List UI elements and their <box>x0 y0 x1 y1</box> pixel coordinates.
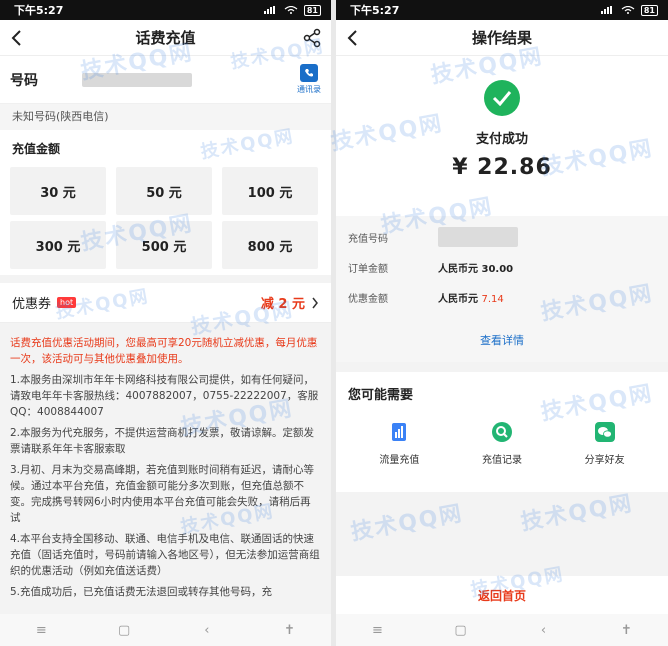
coupon-label: 优惠券 <box>12 297 52 312</box>
view-details-link[interactable]: 查看详情 <box>348 332 656 348</box>
amount-option[interactable]: 50 元 <box>116 167 212 215</box>
status-icons: 81 <box>263 4 321 16</box>
chevron-right-icon <box>312 297 318 308</box>
data-plan-icon <box>392 423 407 441</box>
wifi-icon <box>284 6 298 14</box>
share-friends-button[interactable]: 分享好友 <box>565 421 645 466</box>
page-title: 操作结果 <box>471 29 532 47</box>
note-item: 1.本服务由深圳市年年卡网络科技有限公司提供，如有任何疑问，请致电年年卡客服热线… <box>10 374 319 418</box>
action-label: 流量充值 <box>379 455 420 466</box>
suggestions-title: 您可能需要 <box>348 388 414 403</box>
amount-option[interactable]: 500 元 <box>116 221 212 269</box>
phone-label: 号码 <box>10 72 38 89</box>
share-icon[interactable] <box>303 28 321 48</box>
result-screen: 下午5:27 81 操作结果 支付成功 ¥ 22.86 充值号码 订单金额 人民… <box>336 0 668 646</box>
amount-option[interactable]: 30 元 <box>10 167 106 215</box>
detail-row: 充值号码 <box>348 222 656 252</box>
detail-key: 订单金额 <box>348 263 388 275</box>
detail-row: 优惠金额 人民币元 7.14 <box>348 282 656 312</box>
amount-option[interactable]: 800 元 <box>222 221 318 269</box>
home-icon[interactable]: ▢ <box>451 623 471 638</box>
system-nav-bar: ≡ ▢ ‹ ✝ <box>336 614 668 646</box>
success-check-icon <box>484 80 520 116</box>
battery-icon: 81 <box>303 4 321 16</box>
back-icon[interactable]: ‹ <box>197 623 217 638</box>
top-bar: 话费充值 <box>0 20 331 56</box>
order-details: 充值号码 订单金额 人民币元 30.00 优惠金额 人民币元 7.14 查看详情 <box>336 216 668 362</box>
action-label: 充值记录 <box>481 455 522 466</box>
note-item: 3.月初、月末为交易高峰期，若充值到账时间稍有延迟，请耐心等候。通过本平台充值，… <box>10 464 315 524</box>
back-icon[interactable]: ‹ <box>534 623 554 638</box>
recharge-history-button[interactable]: 充值记录 <box>462 421 542 466</box>
payment-result: 支付成功 ¥ 22.86 <box>336 56 668 216</box>
status-icons: 81 <box>600 4 658 16</box>
contacts-button[interactable]: 通讯录 <box>297 64 321 95</box>
detail-row: 订单金额 人民币元 30.00 <box>348 252 656 282</box>
top-bar: 操作结果 <box>336 20 668 56</box>
phone-number-row[interactable]: 号码 通讯录 <box>0 56 331 104</box>
menu-icon[interactable]: ≡ <box>31 623 51 638</box>
system-nav-bar: ≡ ▢ ‹ ✝ <box>0 614 331 646</box>
battery-icon: 81 <box>640 4 658 16</box>
status-time: 下午5:27 <box>350 4 400 17</box>
status-time: 下午5:27 <box>14 4 64 17</box>
return-home-button[interactable]: 返回首页 <box>336 576 668 614</box>
detail-value: 人民币元 7.14 <box>438 293 504 305</box>
detail-value: 人民币元 30.00 <box>438 263 514 275</box>
page-title: 话费充值 <box>135 29 196 47</box>
detail-key: 充值号码 <box>348 233 388 245</box>
recharge-screen: 下午5:27 81 话费充值 号码 通讯录 未知号码(陕西电信) 充值金额 30… <box>0 0 331 646</box>
amount-option[interactable]: 100 元 <box>222 167 318 215</box>
note-item: 2.本服务为代充服务，不提供运营商机打发票，敬请谅解。定额发票请联系年年卡客服索… <box>10 427 315 455</box>
phone-book-icon <box>300 64 318 82</box>
note-item: 4.本平台支持全国移动、联通、电信手机及电信、联通固话的快速充值（固话充值时，号… <box>10 533 320 577</box>
data-recharge-button[interactable]: 流量充值 <box>359 421 439 466</box>
wechat-icon <box>594 422 615 442</box>
note-item: 5.充值成功后，已充值话费无法退回或转存其他号码，充 <box>10 586 273 598</box>
promo-text: 话费充值优惠活动期间，您最高可享20元随机立减优惠，每月优惠一次，该活动可与其他… <box>10 337 318 365</box>
wifi-icon <box>621 6 635 14</box>
amount-title: 充值金额 <box>0 130 331 163</box>
coupon-discount: 减 2 元 <box>260 297 305 312</box>
search-record-icon <box>491 422 512 442</box>
back-arrow-icon[interactable] <box>8 28 28 48</box>
payment-amount: ¥ 22.86 <box>452 155 552 180</box>
home-icon[interactable]: ▢ <box>114 623 134 638</box>
service-notes: 话费充值优惠活动期间，您最高可享20元随机立减优惠，每月优惠一次，该活动可与其他… <box>0 323 331 600</box>
signal-icon <box>600 6 612 14</box>
contacts-label: 通讯录 <box>297 85 321 94</box>
phone-number-input[interactable] <box>82 72 192 87</box>
carrier-info: 未知号码(陕西电信) <box>0 104 331 130</box>
payment-status: 支付成功 <box>475 132 528 147</box>
status-bar: 下午5:27 81 <box>0 0 331 20</box>
signal-icon <box>263 6 275 14</box>
back-arrow-icon[interactable] <box>344 28 364 48</box>
suggestion-actions: 流量充值 充值记录 分享好友 <box>348 421 656 466</box>
amount-option[interactable]: 300 元 <box>10 221 106 269</box>
menu-icon[interactable]: ≡ <box>368 623 388 638</box>
action-label: 分享好友 <box>584 455 625 466</box>
amount-grid: 30 元 50 元 100 元 300 元 500 元 800 元 <box>0 163 331 275</box>
return-home-label: 返回首页 <box>477 588 526 603</box>
accessibility-icon[interactable]: ✝ <box>617 623 637 638</box>
coupon-row[interactable]: 优惠券 hot 减 2 元 <box>0 283 331 323</box>
detail-key: 优惠金额 <box>348 293 388 305</box>
status-bar: 下午5:27 81 <box>336 0 668 20</box>
recharge-number-value <box>438 227 518 247</box>
hot-badge: hot <box>57 297 77 308</box>
suggestions-section: 您可能需要 流量充值 充值记录 分享好友 <box>336 372 668 492</box>
accessibility-icon[interactable]: ✝ <box>280 623 300 638</box>
